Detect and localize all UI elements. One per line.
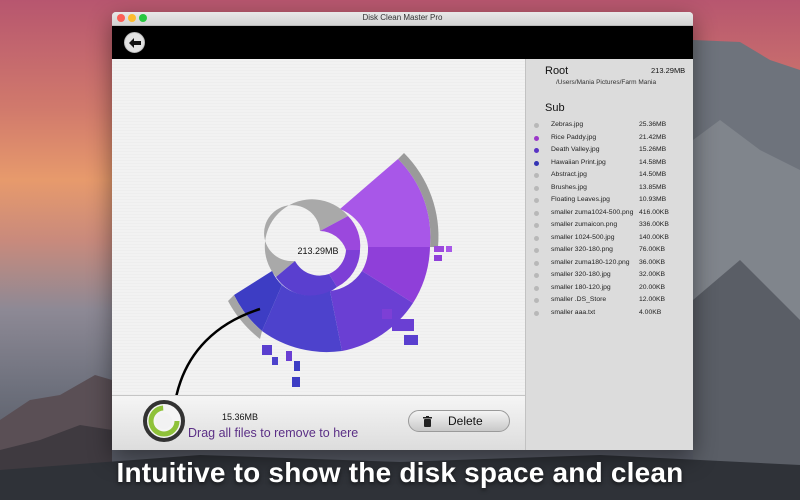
file-size: 21.42MB (639, 133, 667, 141)
drop-hint-text: Drag all files to remove to here (188, 426, 359, 440)
file-size: 12.00KB (639, 296, 666, 303)
sunburst-block (272, 357, 278, 365)
file-row[interactable]: smaller zuma180-120.png 36.00KB (526, 258, 693, 271)
file-row[interactable]: smaller .DS_Store 12.00KB (526, 295, 693, 308)
file-row[interactable]: smaller 180-120.jpg 20.00KB (526, 283, 693, 296)
file-size: 20.00KB (639, 283, 666, 291)
file-color-dot (534, 235, 539, 241)
file-size: 32.00KB (639, 271, 666, 278)
file-size: 13.85MB (639, 183, 667, 191)
file-color-dot (534, 273, 539, 278)
file-size: 4.00KB (639, 308, 662, 316)
file-row[interactable]: Floating Leaves.jpg 10.93MB (526, 195, 693, 208)
file-name: smaller .DS_Store (551, 296, 607, 303)
drop-target-ring-icon[interactable] (142, 399, 186, 443)
sunburst-block (292, 377, 300, 387)
file-color-dot (534, 148, 539, 153)
file-name: Death Valley.jpg (551, 146, 600, 153)
file-size: 336.00KB (639, 221, 669, 228)
file-color-dot (534, 123, 539, 128)
sunburst-block (446, 246, 452, 252)
file-color-dot (534, 173, 539, 178)
file-color-dot (534, 223, 539, 228)
file-name: smaller aaa.txt (551, 308, 596, 316)
file-name: smaller 180-120.jpg (551, 283, 611, 291)
delete-button[interactable]: Delete (408, 410, 510, 432)
file-size: 76.00KB (639, 246, 666, 253)
file-name: smaller zuma180-120.png (551, 258, 630, 266)
root-path: /Users/Mania Pictures/Farm Mania (556, 79, 657, 86)
file-row[interactable]: Abstract.jpg 14.50MB (526, 170, 693, 183)
total-size-label: 213.29MB (297, 246, 339, 256)
file-size: 416.00KB (639, 208, 669, 216)
sunburst-block (382, 309, 392, 319)
file-size: 14.58MB (639, 158, 667, 166)
disk-usage-canvas: 213.29MB (112, 59, 525, 395)
file-color-dot (534, 298, 539, 303)
file-color-dot (534, 210, 539, 216)
file-row[interactable]: Death Valley.jpg 15.26MB (526, 145, 693, 158)
file-name: smaller 320-180.png (551, 246, 613, 253)
sunburst-block (262, 345, 272, 355)
file-size: 15.26MB (639, 146, 667, 153)
toolbar (112, 26, 693, 59)
sunburst-block (294, 361, 300, 371)
file-row[interactable]: smaller 320-180.jpg 32.00KB (526, 270, 693, 283)
promo-caption: Intuitive to show the disk space and cle… (116, 457, 684, 488)
file-color-dot (534, 248, 539, 253)
sunburst-block (434, 255, 442, 261)
file-size: 10.93MB (639, 196, 667, 203)
app-window: Disk Clean Master Pro 213.29MB 15.36MB D… (112, 12, 693, 450)
title-bar: Disk Clean Master Pro (112, 12, 693, 26)
file-row[interactable]: smaller 320-180.png 76.00KB (526, 245, 693, 258)
file-name: Rice Paddy.jpg (551, 133, 597, 141)
file-list: Zebras.jpg 25.36MB Rice Paddy.jpg 21.42MB De… (526, 120, 693, 320)
drop-zone-bar: 15.36MB Drag all files to remove to here… (112, 395, 525, 450)
file-name: smaller zuma1024-500.png (551, 208, 634, 216)
file-color-dot (534, 310, 539, 316)
file-size: 140.00KB (639, 233, 669, 241)
file-color-dot (534, 135, 539, 141)
file-row[interactable]: Zebras.jpg 25.36MB (526, 120, 693, 133)
file-name: Abstract.jpg (551, 171, 587, 178)
file-name: smaller 1024-500.jpg (551, 233, 615, 241)
arrow-left-icon (128, 37, 141, 48)
file-color-dot (534, 285, 539, 291)
delete-button-label: Delete (448, 414, 483, 428)
sunburst-ring-remaining[interactable] (264, 199, 348, 277)
file-name: Floating Leaves.jpg (551, 196, 610, 203)
file-row[interactable]: Rice Paddy.jpg 21.42MB (526, 133, 693, 146)
sunburst-block (404, 335, 418, 345)
file-row[interactable]: smaller 1024-500.jpg 140.00KB (526, 233, 693, 246)
trash-icon (423, 415, 432, 427)
file-row[interactable]: Brushes.jpg 13.85MB (526, 183, 693, 196)
file-color-dot (534, 198, 539, 203)
sunburst-block (392, 319, 414, 331)
file-sidebar: Root 213.29MB /Users/Mania Pictures/Farm… (525, 59, 693, 450)
file-color-dot (534, 160, 539, 166)
file-size: 25.36MB (639, 121, 667, 128)
file-row[interactable]: smaller aaa.txt 4.00KB (526, 308, 693, 321)
back-button[interactable] (124, 32, 145, 53)
file-row[interactable]: Hawaiian Print.jpg 14.58MB (526, 158, 693, 171)
file-row[interactable]: smaller zuma1024-500.png 416.00KB (526, 208, 693, 221)
sunburst-chart[interactable] (112, 59, 525, 395)
file-color-dot (534, 185, 539, 191)
drop-size-label: 15.36MB (222, 412, 259, 422)
root-size: 213.29MB (651, 66, 686, 75)
file-name: smaller zumaicon.png (551, 221, 618, 228)
window-title: Disk Clean Master Pro (362, 13, 443, 22)
file-name: Brushes.jpg (551, 183, 587, 191)
file-size: 36.00KB (639, 258, 666, 266)
sunburst-block (286, 351, 292, 361)
file-name: Zebras.jpg (551, 121, 584, 128)
file-size: 14.50MB (639, 171, 667, 178)
sunburst-block (434, 246, 444, 252)
sub-heading: Sub (545, 102, 565, 114)
file-color-dot (534, 260, 539, 266)
file-row[interactable]: smaller zumaicon.png 336.00KB (526, 220, 693, 233)
file-name: smaller 320-180.jpg (551, 271, 611, 278)
root-heading: Root (545, 65, 569, 77)
file-name: Hawaiian Print.jpg (551, 158, 606, 166)
